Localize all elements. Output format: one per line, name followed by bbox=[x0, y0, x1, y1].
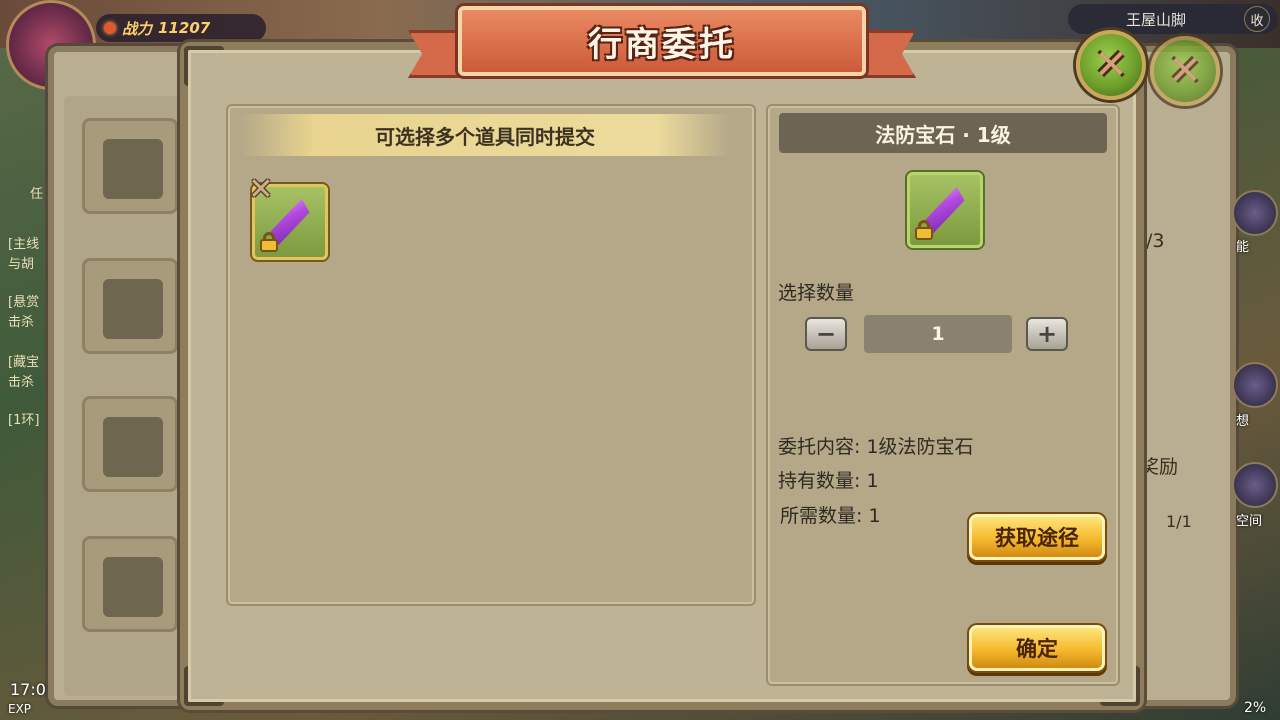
background-task-text: [主线 bbox=[8, 237, 40, 252]
background-slot bbox=[82, 536, 178, 632]
lock-body bbox=[915, 227, 933, 240]
item-name: 法防宝石 · 1级 bbox=[875, 122, 1011, 147]
power-icon bbox=[104, 22, 116, 34]
background-tab: 任 bbox=[30, 187, 44, 202]
background-progress: 1/1 bbox=[1166, 512, 1192, 531]
bracer-icon bbox=[103, 557, 163, 617]
owned-quantity: 持有数量: 1 bbox=[778, 470, 879, 492]
side-feature-icon[interactable] bbox=[1232, 190, 1278, 236]
staff-icon bbox=[103, 417, 163, 477]
background-task-text: 与胡 bbox=[8, 257, 35, 272]
confirm-button[interactable]: 确定 bbox=[969, 625, 1105, 671]
power-value: 11207 bbox=[158, 19, 211, 37]
close-icon: ✕ bbox=[1168, 48, 1202, 94]
lock-icon bbox=[912, 220, 934, 243]
side-feature-label: 能 bbox=[1236, 240, 1250, 255]
decrease-quantity-button[interactable]: − bbox=[805, 317, 847, 351]
hint-text: 可选择多个道具同时提交 bbox=[375, 124, 595, 149]
corner-ornament bbox=[184, 46, 224, 86]
side-feature-label: 空间 bbox=[1236, 514, 1263, 529]
background-slot bbox=[82, 118, 178, 214]
background-task-text: 击杀 bbox=[8, 375, 35, 390]
ribbon-banner: 行商委托 bbox=[458, 6, 866, 76]
background-slot bbox=[82, 396, 178, 492]
side-feature-icon[interactable] bbox=[1232, 362, 1278, 408]
corner-ornament bbox=[184, 666, 224, 706]
quantity-field[interactable]: 1 bbox=[864, 315, 1012, 353]
increase-quantity-button[interactable]: + bbox=[1026, 317, 1068, 351]
select-quantity-label: 选择数量 bbox=[778, 282, 855, 304]
dialog-title: 行商委托 bbox=[588, 24, 736, 65]
beer-mug-icon bbox=[103, 279, 163, 339]
commission-content: 委托内容: 1级法防宝石 bbox=[778, 436, 974, 458]
close-icon: ✕ bbox=[1094, 42, 1128, 88]
required-quantity: 所需数量: 1 bbox=[780, 505, 881, 527]
combat-power-display: 战力 11207 bbox=[96, 14, 266, 42]
collapse-button[interactable]: 收 bbox=[1244, 6, 1270, 32]
close-button[interactable]: ✕ bbox=[1076, 30, 1146, 100]
submit-items-pane bbox=[226, 104, 756, 606]
item-title-bar: 法防宝石 · 1级 bbox=[779, 113, 1107, 153]
lock-icon bbox=[257, 232, 279, 255]
background-task-text: 击杀 bbox=[8, 315, 35, 330]
background-counter: /3 bbox=[1146, 230, 1165, 252]
location-name: 王屋山脚 bbox=[1126, 10, 1187, 29]
side-feature-label: 想 bbox=[1236, 414, 1250, 429]
background-close-button[interactable]: ✕ bbox=[1150, 36, 1220, 106]
gem-icon bbox=[103, 139, 163, 199]
power-label: 战力 bbox=[122, 19, 153, 38]
lock-body bbox=[260, 239, 278, 252]
title-ribbon: 行商委托 bbox=[408, 4, 916, 84]
background-reward-label: 奖励 bbox=[1140, 456, 1179, 478]
location-bar: 王屋山脚 收 bbox=[1068, 4, 1278, 34]
exp-label: EXP bbox=[8, 702, 32, 716]
background-slot bbox=[82, 258, 178, 354]
side-feature-icon[interactable] bbox=[1232, 462, 1278, 508]
background-task-text: [藏宝 bbox=[8, 355, 40, 370]
remove-item-icon[interactable]: ✕ bbox=[246, 172, 276, 207]
hint-banner: 可选择多个道具同时提交 bbox=[240, 114, 730, 156]
background-task-text: [1环] bbox=[8, 413, 40, 428]
detail-item-icon-slot bbox=[907, 172, 983, 248]
clock-text: 17:0 bbox=[10, 680, 46, 699]
background-task-text: [悬赏 bbox=[8, 295, 40, 310]
percent-readout: 2% bbox=[1244, 700, 1267, 716]
obtain-source-button[interactable]: 获取途径 bbox=[969, 514, 1105, 560]
